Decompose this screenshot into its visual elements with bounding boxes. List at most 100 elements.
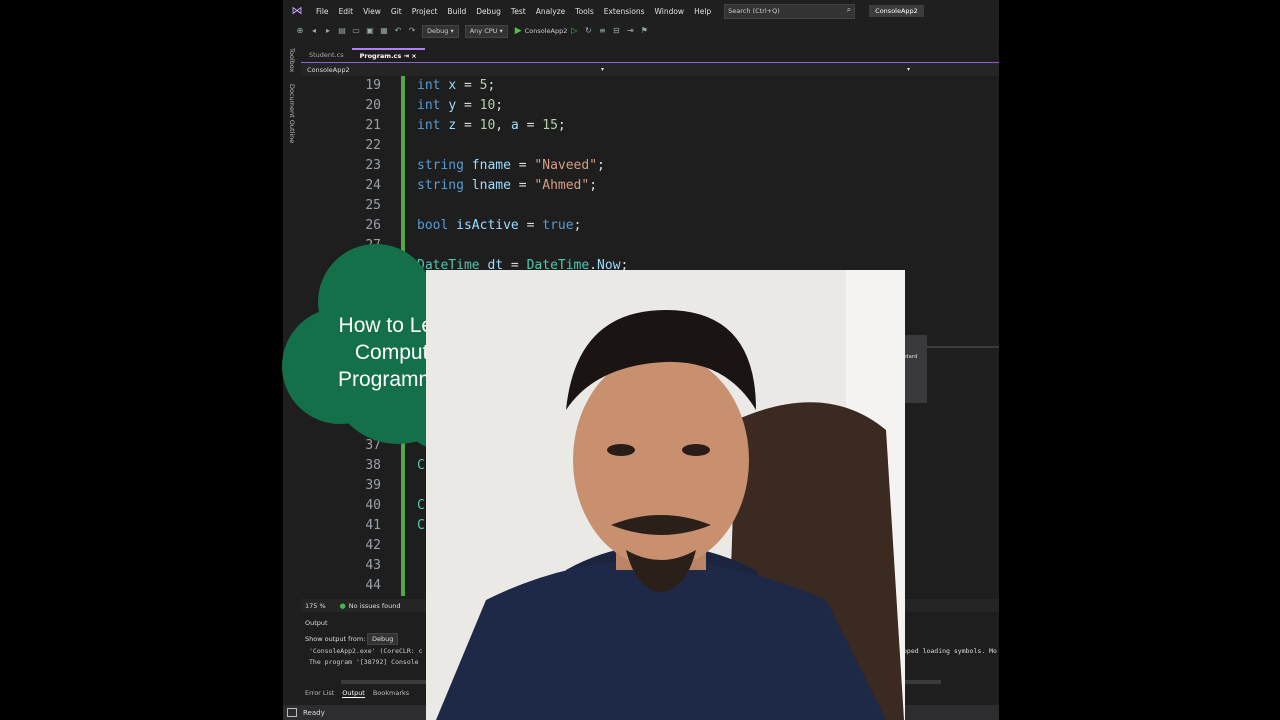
code-token: 10 — [479, 118, 496, 133]
code-token: 15 — [542, 118, 558, 133]
code-token: = — [518, 218, 543, 233]
code-token: C — [417, 518, 425, 533]
line-number: 23 — [365, 158, 381, 173]
check-circle-icon: ● — [339, 601, 346, 610]
code-line[interactable]: int z = 10, a = 15; — [417, 118, 566, 133]
issues-status[interactable]: No issues found — [349, 602, 401, 610]
code-token: int — [417, 118, 441, 133]
new-file-icon[interactable]: ▤ — [337, 26, 347, 36]
line-number: 41 — [365, 518, 381, 533]
code-token: string — [417, 158, 464, 173]
save-icon[interactable]: ▣ — [365, 26, 375, 36]
navigation-bar: ConsoleApp2 ▾ ▾ — [301, 63, 999, 76]
vs-logo-icon: ⋈ — [291, 4, 303, 17]
tooltip-fragment: dard — [905, 335, 927, 403]
menu-analyze[interactable]: Analyze — [531, 7, 571, 16]
chevron-down-icon[interactable]: ▾ — [907, 66, 910, 73]
menu-help[interactable]: Help — [689, 7, 716, 16]
line-number: 24 — [365, 178, 381, 193]
menu-window[interactable]: Window — [649, 7, 689, 16]
code-token: z — [448, 118, 457, 133]
code-token: = — [456, 118, 480, 133]
undo-icon[interactable]: ↶ — [393, 26, 403, 36]
search-input[interactable]: Search (Ctrl+Q) ⌕ — [724, 3, 856, 19]
tab-output[interactable]: Output — [342, 689, 365, 698]
menu-test[interactable]: Test — [506, 7, 531, 16]
close-icon[interactable]: × — [411, 52, 416, 60]
menu-file[interactable]: File — [311, 7, 334, 16]
line-number: 43 — [365, 558, 381, 573]
project-dropdown[interactable]: ConsoleApp2 — [307, 66, 350, 74]
start-without-debug-icon[interactable]: ▷ — [569, 26, 579, 36]
line-number: 42 — [365, 538, 381, 553]
code-token: lname — [471, 178, 511, 193]
code-line[interactable]: int x = 5; — [417, 78, 495, 93]
code-token: ; — [589, 178, 598, 193]
code-line[interactable]: string fname = "Naveed"; — [417, 158, 605, 173]
back-icon[interactable]: ◂ — [309, 26, 319, 36]
status-window-icon — [287, 708, 297, 717]
line-number: 25 — [365, 198, 381, 213]
run-target-button[interactable]: ConsoleApp2 — [525, 27, 568, 35]
output-line-tail: pped loading symbols. Mo — [903, 647, 997, 655]
toolbox-tab[interactable]: Toolbox — [288, 48, 296, 72]
code-token: isActive — [456, 218, 519, 233]
code-token: true — [542, 218, 574, 233]
tab-program-cs[interactable]: Program.cs ⇥ × — [351, 48, 425, 62]
code-token: , — [495, 118, 511, 133]
code-line[interactable]: string lname = "Ahmed"; — [417, 178, 597, 193]
toolbar: ⊕ ◂ ▸ ▤ ▭ ▣ ▦ ↶ ↷ Debug ▾ Any CPU ▾ ▶ Co… — [283, 22, 999, 40]
menu-project[interactable]: Project — [407, 7, 443, 16]
output-line: 'ConsoleApp2.exe' (CoreCLR: c — [309, 647, 423, 655]
code-line[interactable]: bool isActive = true; — [417, 218, 581, 233]
webcam-presenter-video — [426, 270, 905, 720]
output-title: Output — [305, 619, 328, 627]
menu-edit[interactable]: Edit — [334, 7, 359, 16]
start-debug-icon[interactable]: ▶ — [515, 26, 522, 36]
tab-error-list[interactable]: Error List — [305, 689, 334, 698]
code-line[interactable]: C — [417, 518, 425, 533]
code-token: = — [510, 158, 535, 173]
chevron-down-icon[interactable]: ▾ — [601, 66, 604, 73]
code-token: ; — [557, 118, 566, 133]
bookmark-icon[interactable]: ⚑ — [639, 26, 649, 36]
hot-reload-icon[interactable]: ↻ — [583, 26, 593, 36]
menu-git[interactable]: Git — [386, 7, 407, 16]
line-number: 44 — [365, 578, 381, 593]
code-token: = — [456, 78, 480, 93]
code-token: x — [448, 78, 457, 93]
code-line[interactable]: int y = 10; — [417, 98, 503, 113]
line-number: 21 — [365, 118, 381, 133]
forward-icon[interactable]: ▸ — [323, 26, 333, 36]
menu-build[interactable]: Build — [442, 7, 471, 16]
menu-extensions[interactable]: Extensions — [599, 7, 650, 16]
code-token: "Naveed" — [534, 158, 598, 173]
menu-tools[interactable]: Tools — [570, 7, 598, 16]
output-source-select[interactable]: Debug — [367, 633, 399, 645]
tab-student-cs[interactable]: Student.cs — [301, 48, 352, 62]
indent-icon[interactable]: ⇥ — [625, 26, 635, 36]
code-token: = — [510, 178, 535, 193]
configuration-select[interactable]: Debug ▾ — [422, 24, 459, 38]
search-placeholder: Search (Ctrl+Q) — [728, 7, 780, 15]
platform-select[interactable]: Any CPU ▾ — [464, 24, 508, 38]
document-tabs: Student.cs Program.cs ⇥ × — [301, 48, 999, 62]
code-token: ; — [487, 78, 496, 93]
code-token: = — [518, 118, 543, 133]
save-all-icon[interactable]: ▦ — [379, 26, 389, 36]
document-outline-tab[interactable]: Document Outline — [288, 84, 296, 143]
menu-view[interactable]: View — [358, 7, 386, 16]
pin-icon[interactable]: ⇥ — [404, 52, 409, 60]
navigate-icon[interactable]: ⊕ — [295, 26, 305, 36]
code-token: "Ahmed" — [534, 178, 590, 193]
show-output-label: Show output from: — [305, 635, 366, 643]
zoom-level[interactable]: 175 % — [305, 602, 326, 610]
tab-bookmarks[interactable]: Bookmarks — [373, 689, 409, 698]
comment-icon[interactable]: ⊟ — [611, 26, 621, 36]
redo-icon[interactable]: ↷ — [407, 26, 417, 36]
format-icon[interactable]: ≡ — [597, 26, 607, 36]
menu-debug[interactable]: Debug — [471, 7, 506, 16]
open-folder-icon[interactable]: ▭ — [351, 26, 361, 36]
